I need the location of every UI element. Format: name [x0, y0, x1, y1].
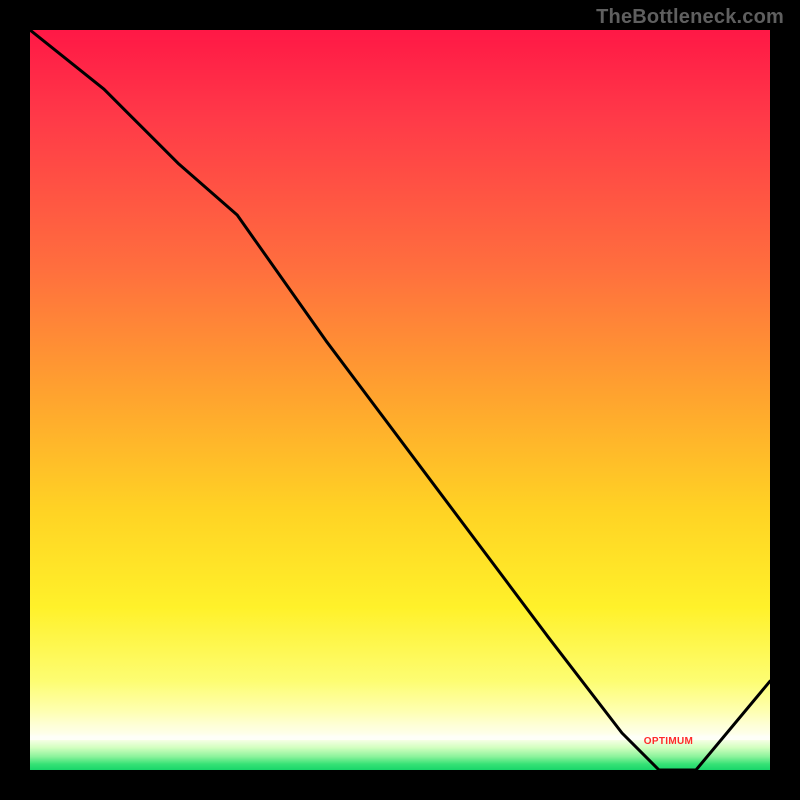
watermark-text: TheBottleneck.com [596, 6, 784, 29]
bottleneck-curve [30, 30, 770, 770]
optimum-label: OPTIMUM [644, 736, 693, 747]
plot-area: OPTIMUM [30, 30, 770, 770]
chart-stage: TheBottleneck.com OPTIMUM [0, 0, 800, 800]
